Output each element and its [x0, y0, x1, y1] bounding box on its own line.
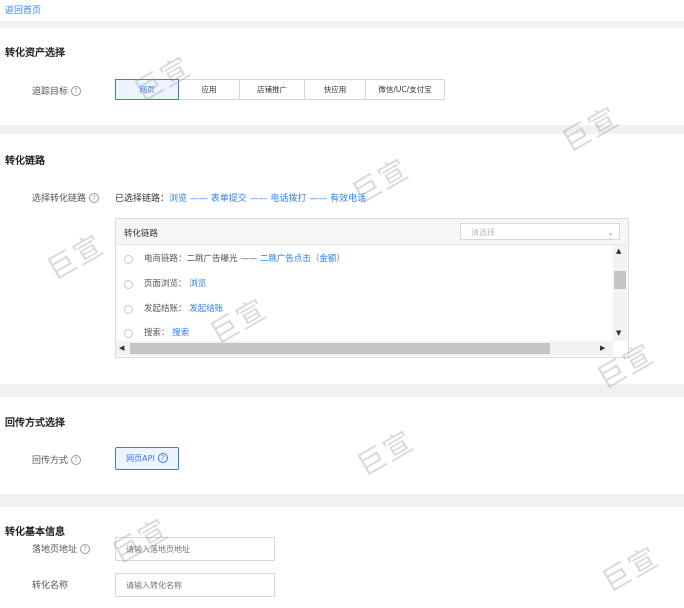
- basic-section: [0, 507, 684, 608]
- row-link[interactable]: 二跳广告点击（金额）: [260, 254, 345, 264]
- link-select-placeholder: 请选择: [471, 228, 495, 237]
- help-icon[interactable]: ?: [157, 453, 168, 463]
- row-link[interactable]: 搜索: [172, 328, 189, 338]
- radio-button[interactable]: [124, 305, 133, 314]
- landing-url-input[interactable]: [115, 537, 275, 561]
- return-section: [0, 397, 684, 494]
- row-label: 电商链路：: [144, 254, 187, 264]
- option-quick-app[interactable]: 快应用: [305, 79, 366, 100]
- landing-url-text: 落地页地址: [32, 545, 78, 555]
- link-section-title: 转化链路: [5, 156, 45, 167]
- help-icon[interactable]: ?: [80, 544, 91, 554]
- option-store[interactable]: 店铺推广: [240, 79, 305, 100]
- landing-url-label: 落地页地址?: [32, 542, 91, 555]
- selected-chain: 已选择链路：浏览 —— 表单提交 —— 电话拨打 —— 有效电话: [115, 191, 366, 204]
- help-icon[interactable]: ?: [89, 193, 100, 203]
- select-link-label: 选择转化链路?: [32, 191, 100, 204]
- scroll-up-icon[interactable]: ▲: [616, 247, 621, 255]
- option-app[interactable]: 应用: [179, 79, 240, 100]
- conversion-name-label: 转化名称: [32, 581, 69, 591]
- basic-section-title: 转化基本信息: [5, 527, 65, 538]
- help-icon[interactable]: ?: [71, 455, 82, 465]
- scroll-down-icon[interactable]: ▼: [616, 329, 621, 337]
- asset-section: [0, 28, 684, 125]
- help-icon[interactable]: ?: [71, 86, 82, 96]
- web-api-label: 网页API: [126, 454, 155, 463]
- link-panel-header: 转化链路 请选择 ⌄: [116, 219, 628, 245]
- link-select-dropdown[interactable]: 请选择 ⌄: [460, 223, 620, 240]
- row-plain: 二跳广告曝光 ——: [186, 254, 258, 264]
- back-home-link[interactable]: 返回首页: [5, 3, 41, 16]
- scroll-right-icon[interactable]: ▶: [600, 344, 605, 352]
- web-api-button[interactable]: 网页API?: [115, 447, 179, 470]
- row-label: 发起结账：: [144, 304, 187, 314]
- radio-button[interactable]: [124, 329, 133, 338]
- row-link[interactable]: 浏览: [189, 279, 206, 289]
- link-panel-title: 转化链路: [124, 229, 159, 239]
- option-wechat-uc-alipay[interactable]: 微信/UC/支付宝: [366, 79, 445, 100]
- asset-section-title: 转化资产选择: [5, 48, 65, 59]
- conversion-name-input[interactable]: [115, 573, 275, 597]
- row-link[interactable]: 发起结账: [189, 304, 223, 314]
- option-web[interactable]: 网页: [115, 79, 179, 100]
- scroll-left-icon[interactable]: ◀: [119, 344, 124, 352]
- selected-chain-value[interactable]: 浏览 —— 表单提交 —— 电话拨打 —— 有效电话: [169, 194, 366, 204]
- select-link-text: 选择转化链路: [32, 194, 87, 204]
- vertical-scrollbar[interactable]: ▲ ▼: [613, 245, 627, 341]
- row-label: 页面浏览：: [144, 279, 187, 289]
- radio-button[interactable]: [124, 280, 133, 289]
- selected-chain-prefix: 已选择链路：: [115, 194, 170, 204]
- top-bar: 返回首页: [0, 0, 684, 21]
- track-target-label: 追踪目标?: [32, 84, 82, 97]
- track-target-options: 网页 应用 店铺推广 快应用 微信/UC/支付宝: [115, 79, 445, 100]
- return-method-label: 回传方式?: [32, 453, 82, 466]
- link-panel: 转化链路 请选择 ⌄ 电商链路：二跳广告曝光 —— 二跳广告点击（金额） 页面浏…: [115, 218, 629, 358]
- vertical-scroll-thumb[interactable]: [614, 271, 626, 289]
- row-label: 搜索：: [144, 328, 170, 338]
- horizontal-scrollbar[interactable]: ◀ ▶: [116, 341, 613, 356]
- return-method-text: 回传方式: [32, 456, 69, 466]
- horizontal-scroll-thumb[interactable]: [130, 343, 550, 354]
- chevron-down-icon: ⌄: [607, 228, 614, 237]
- return-section-title: 回传方式选择: [5, 418, 65, 429]
- track-target-text: 追踪目标: [32, 87, 69, 97]
- radio-button[interactable]: [124, 255, 133, 264]
